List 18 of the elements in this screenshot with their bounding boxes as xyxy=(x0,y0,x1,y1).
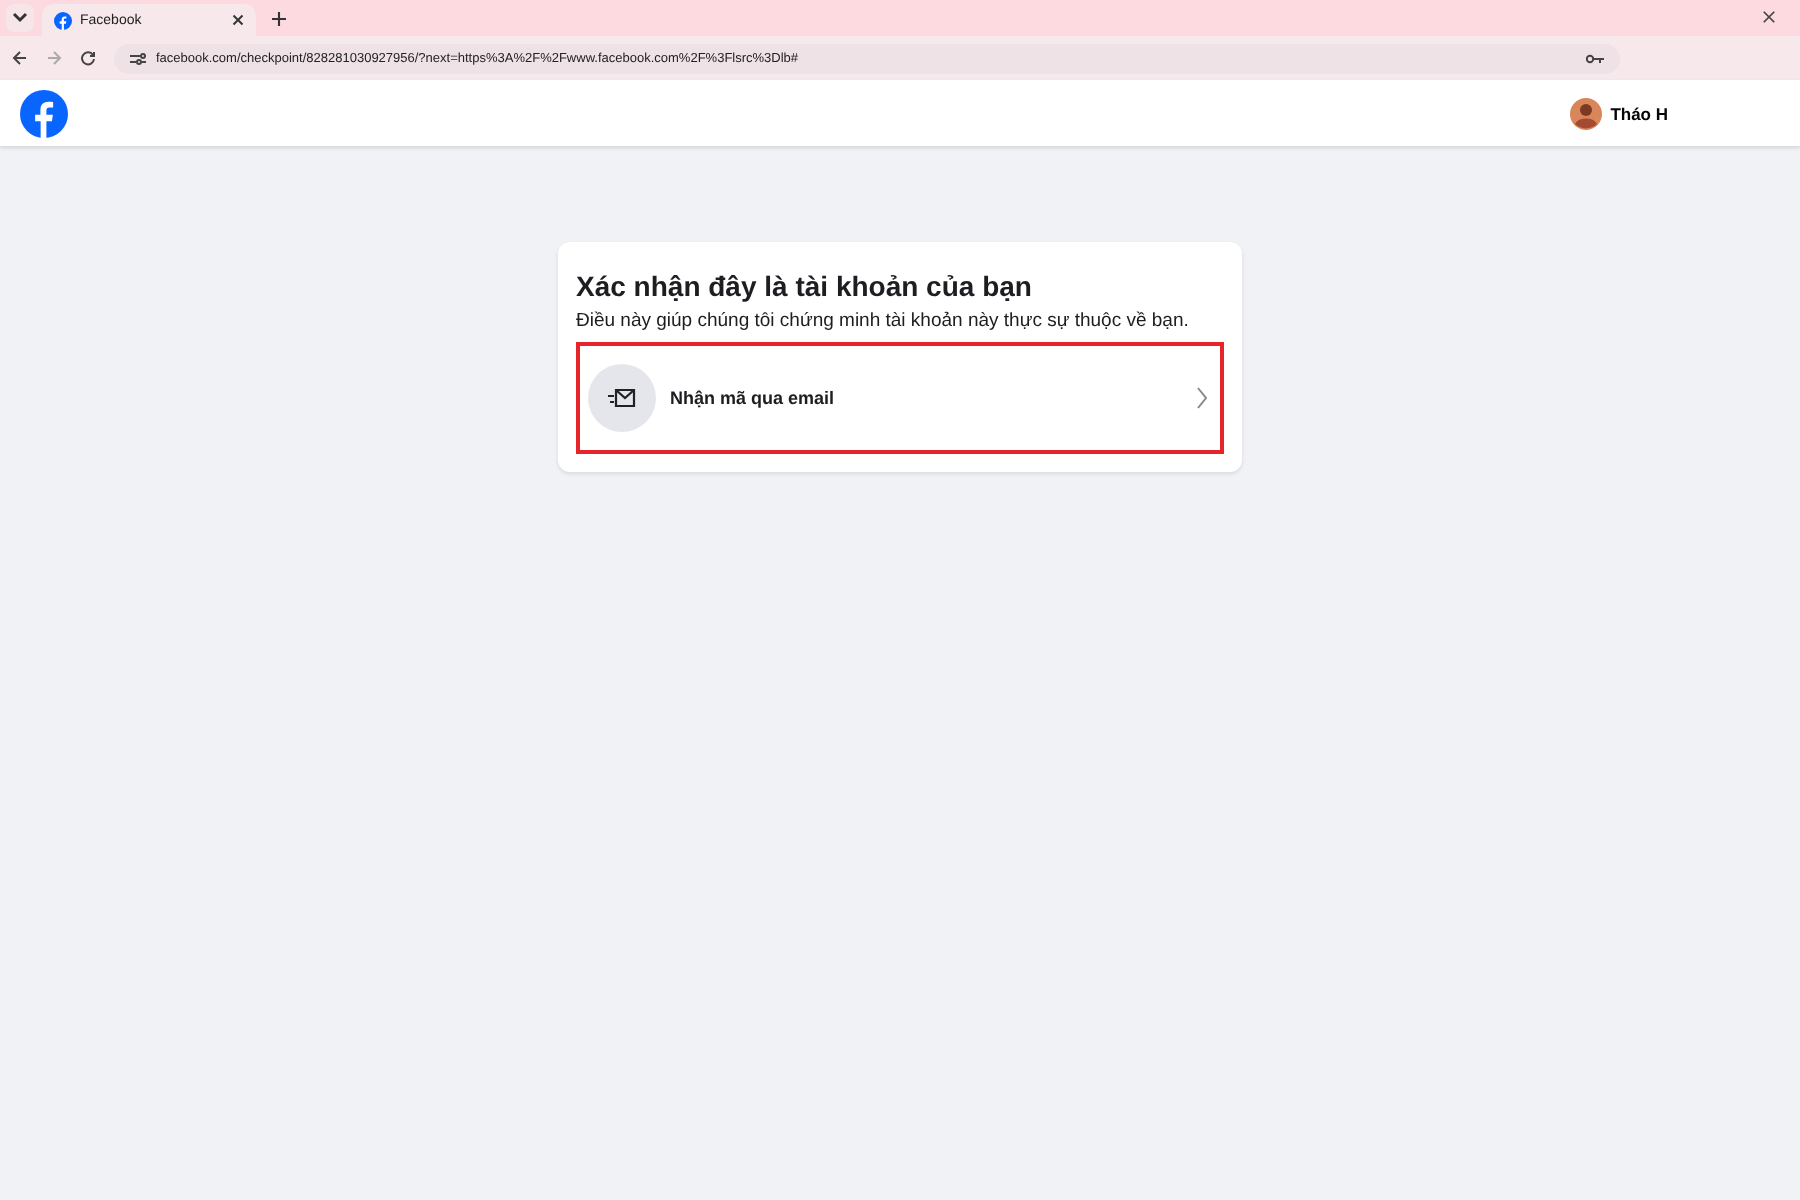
envelope-icon xyxy=(608,388,636,408)
close-icon[interactable] xyxy=(232,14,244,26)
facebook-icon xyxy=(54,11,72,29)
reload-icon[interactable] xyxy=(80,50,96,66)
new-tab-icon[interactable] xyxy=(272,12,286,26)
close-icon[interactable] xyxy=(1762,10,1776,24)
avatar-icon[interactable] xyxy=(1570,97,1603,129)
email-code-option[interactable]: Nhận mã qua email xyxy=(576,342,1224,454)
key-icon[interactable] xyxy=(1586,53,1604,63)
card-subtitle: Điều này giúp chúng tôi chứng minh tài khoản này thực sự thuộc về bạn. xyxy=(576,310,1191,332)
chevron-right-icon xyxy=(1196,386,1208,410)
card-title: Xác nhận đây là tài khoản của bạn xyxy=(576,270,1034,302)
chevron-down-icon xyxy=(12,12,28,24)
site-settings-icon[interactable] xyxy=(130,51,146,65)
back-icon[interactable] xyxy=(12,50,28,66)
facebook-logo-icon[interactable] xyxy=(20,89,68,137)
tab-list-button[interactable] xyxy=(6,4,34,32)
profile-name[interactable]: Tháo H xyxy=(1610,103,1668,123)
